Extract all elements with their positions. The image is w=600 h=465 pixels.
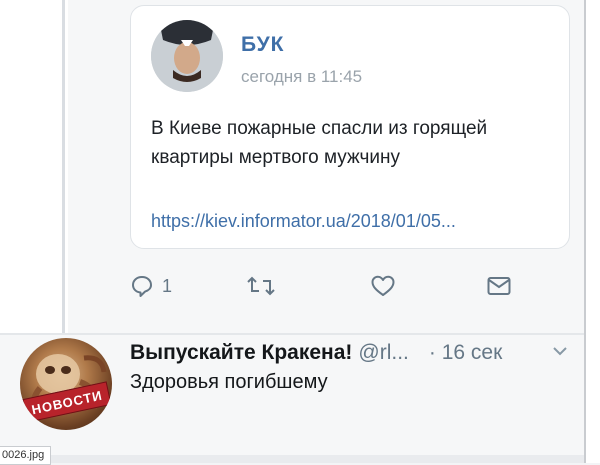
card-post-text: В Киеве пожарные спасли из горящей кварт… <box>151 118 488 168</box>
retweet-icon <box>247 276 275 296</box>
reply-text: Здоровья погибшему <box>130 371 328 393</box>
screenshot: БУК сегодня в 11:45 В Киеве пожарные спа… <box>0 0 600 465</box>
right-edge-line <box>584 0 586 463</box>
reply-author-name[interactable]: Выпускайте Кракена! <box>130 341 352 365</box>
like-icon <box>371 275 395 296</box>
reply-action[interactable]: 1 <box>130 268 172 304</box>
bottom-bar <box>0 455 584 463</box>
card-post-link[interactable]: https://kiev.informator.ua/2018/01/05... <box>151 211 456 232</box>
chevron-down-icon[interactable] <box>552 345 568 357</box>
right-edge <box>584 0 600 463</box>
card-avatar[interactable] <box>151 20 223 92</box>
share-icon <box>487 277 511 295</box>
person-avatar-icon <box>151 20 223 92</box>
retweet-action[interactable] <box>246 268 276 304</box>
filename-tag: 0026.jpg <box>0 446 52 465</box>
reply-avatar[interactable]: НОВОСТИ <box>20 338 112 430</box>
reply-timestamp[interactable]: · 16 сек <box>429 341 502 365</box>
tweet-actions: 1 <box>0 268 600 304</box>
card-timestamp: сегодня в 11:45 <box>241 67 363 86</box>
like-action[interactable] <box>370 268 396 304</box>
reply-count: 1 <box>162 275 173 296</box>
quoted-post-card[interactable]: БУК сегодня в 11:45 В Киеве пожарные спа… <box>130 5 570 249</box>
card-author-name[interactable]: БУК <box>241 33 284 57</box>
share-action[interactable] <box>486 268 512 304</box>
tweet-divider <box>0 333 584 335</box>
reply-header: Выпускайте Кракена! @rl... · 16 сек <box>130 336 580 370</box>
reply-author-handle[interactable]: @rl... <box>358 341 408 365</box>
reply-icon <box>132 276 152 297</box>
